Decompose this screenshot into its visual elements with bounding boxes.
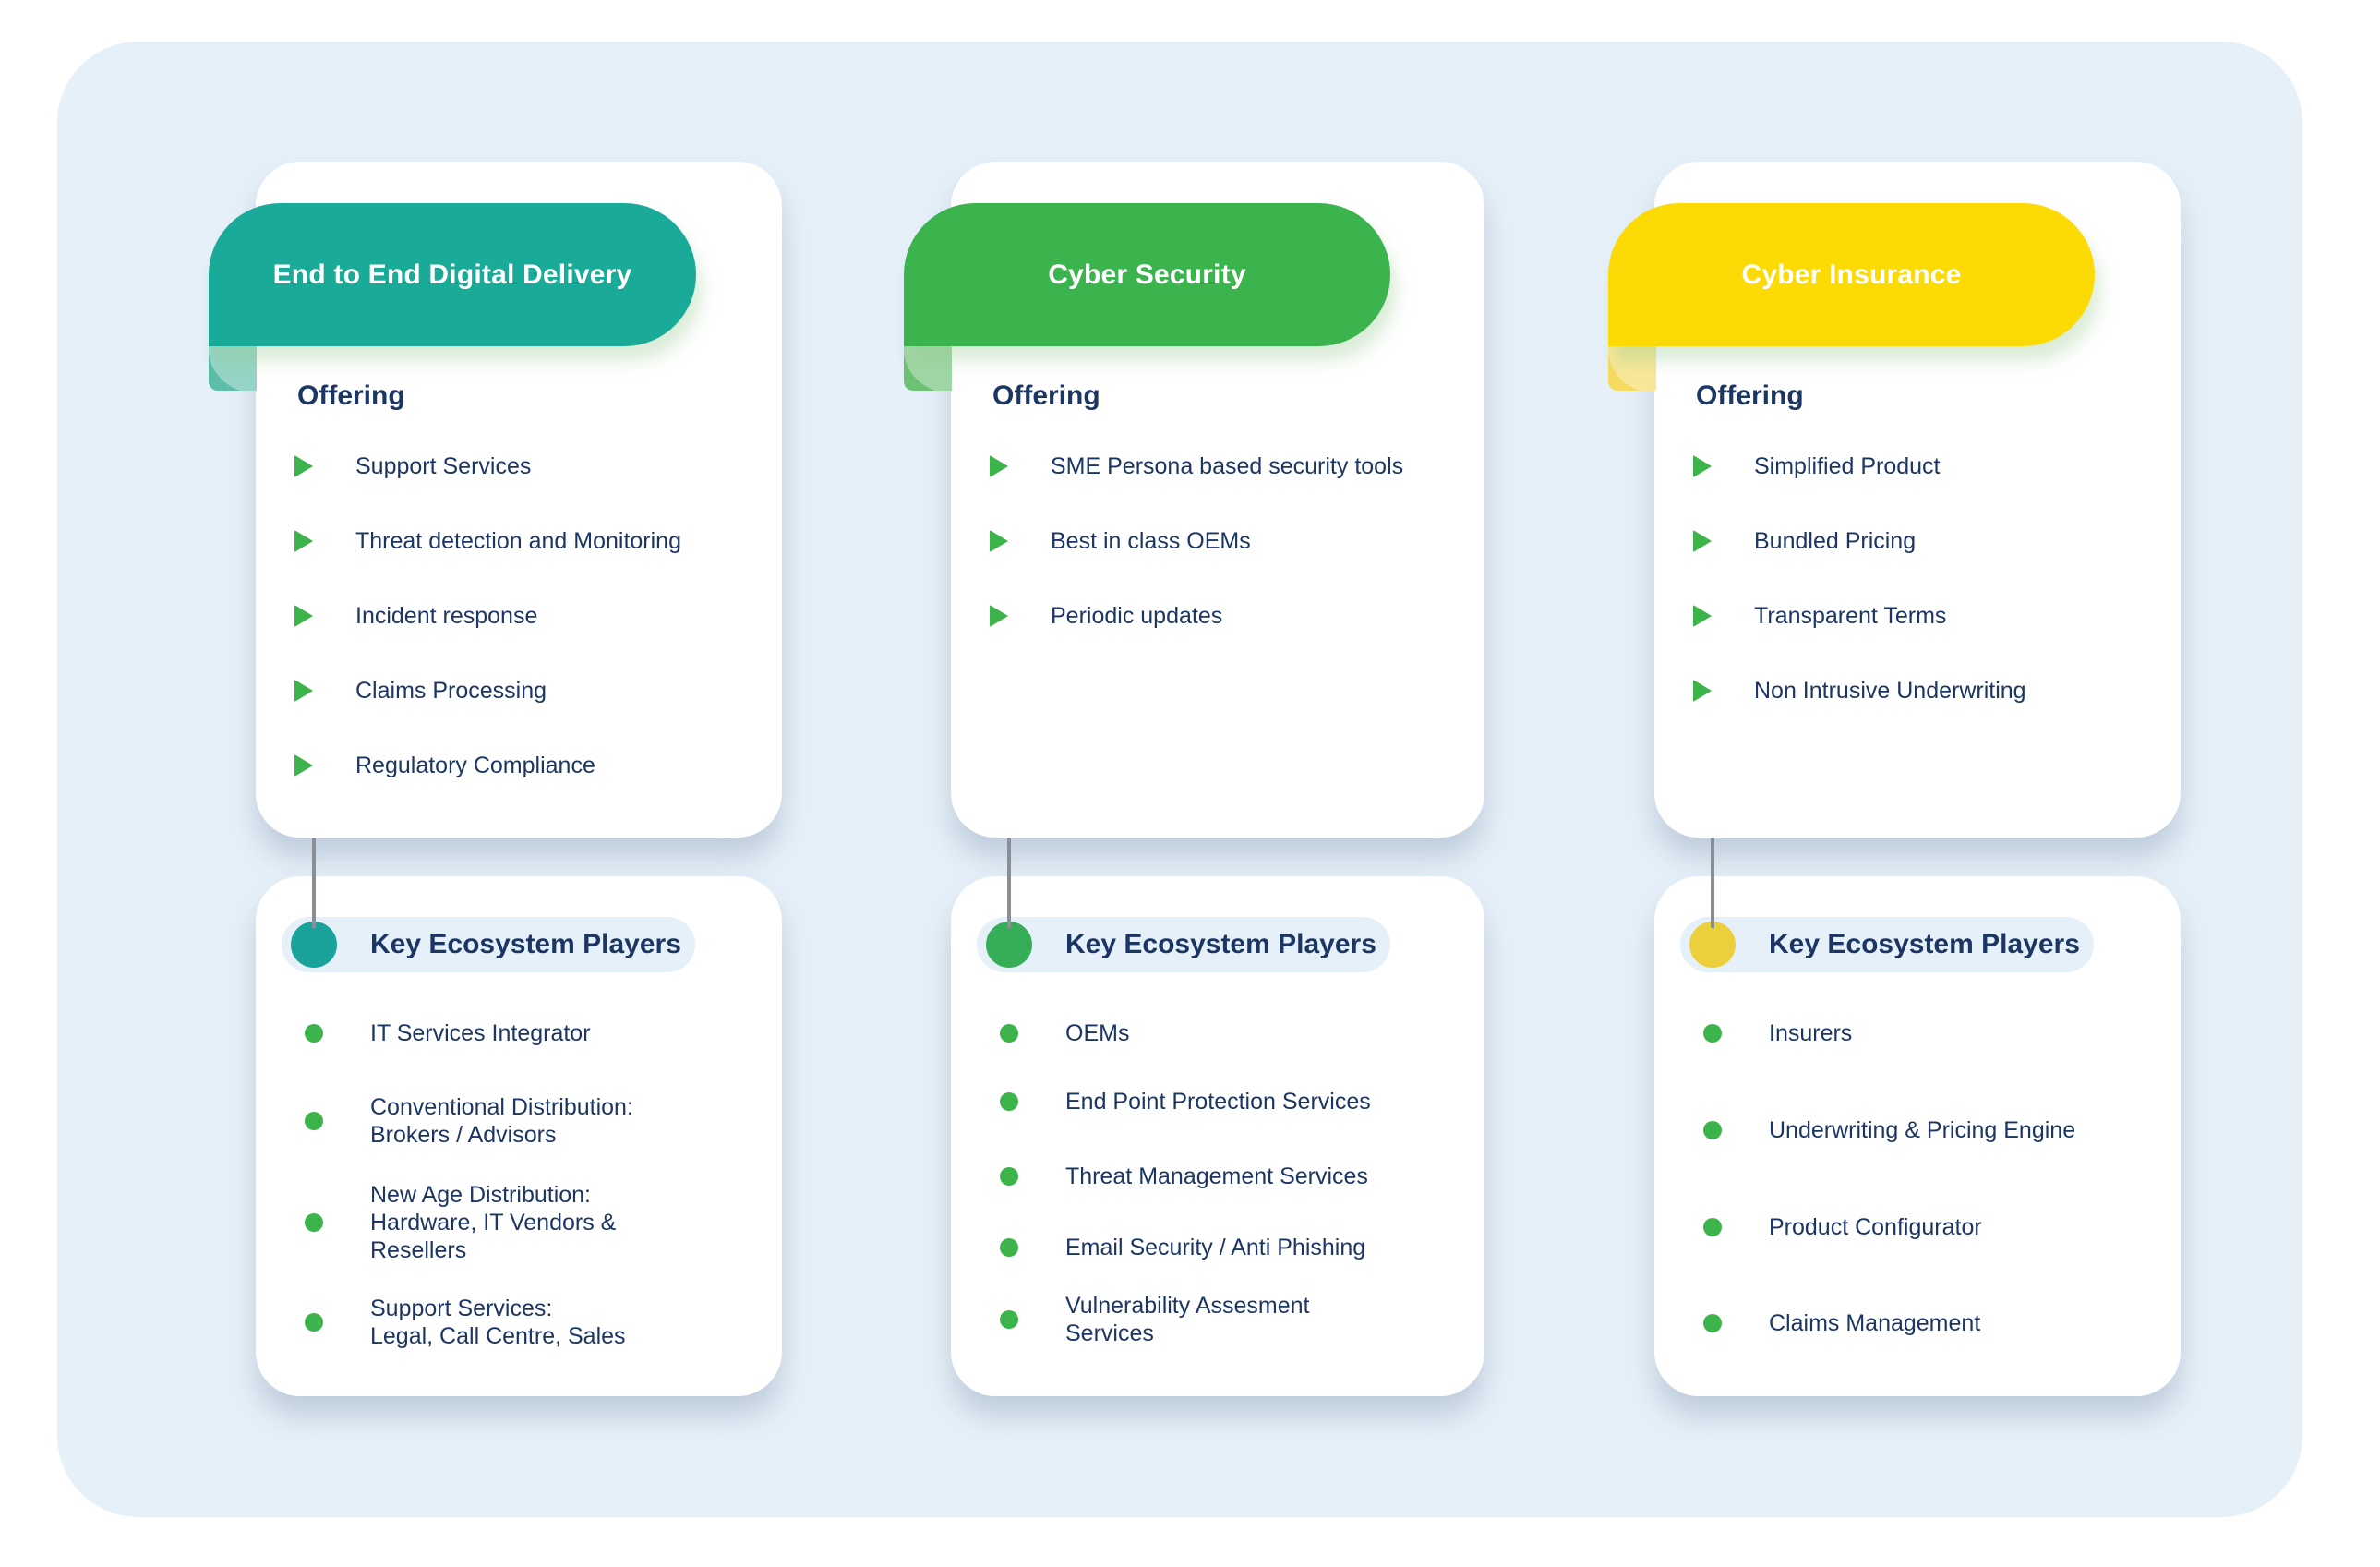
play-arrow-icon xyxy=(990,605,1008,627)
player-item: New Age Distribution: Hardware, IT Vendo… xyxy=(305,1181,748,1264)
player-item-label: IT Services Integrator xyxy=(370,1020,591,1046)
player-item-label: Conventional Distribution: Brokers / Adv… xyxy=(370,1094,633,1148)
player-item-label: OEMs xyxy=(1065,1020,1130,1046)
offering-item-label: Periodic updates xyxy=(1051,602,1223,629)
connector-line xyxy=(1711,838,1714,928)
player-item: Underwriting & Pricing Engine xyxy=(1703,1116,2146,1144)
player-item-label: Product Configurator xyxy=(1769,1214,1982,1240)
key-players-heading: Key Ecosystem Players xyxy=(370,929,681,959)
play-arrow-icon xyxy=(1693,455,1712,477)
category-ribbon: End to End Digital Delivery xyxy=(209,203,696,346)
offering-heading: Offering xyxy=(1696,380,1804,411)
player-item: OEMs xyxy=(1000,1019,1443,1047)
bullet-dot-icon xyxy=(1703,1024,1722,1043)
offering-item: Bundled Pricing xyxy=(1693,527,1916,555)
offering-item: Support Services xyxy=(294,452,531,480)
player-item-label: Support Services: Legal, Call Centre, Sa… xyxy=(370,1296,626,1349)
player-item: Conventional Distribution: Brokers / Adv… xyxy=(305,1093,748,1149)
play-arrow-icon xyxy=(294,680,313,702)
bullet-dot-icon xyxy=(1000,1024,1018,1043)
offering-item-label: Best in class OEMs xyxy=(1051,527,1251,554)
player-item-label: Email Security / Anti Phishing xyxy=(1065,1235,1366,1260)
play-arrow-icon xyxy=(1693,530,1712,552)
player-item-label: Underwriting & Pricing Engine xyxy=(1769,1117,2076,1143)
play-arrow-icon xyxy=(1693,680,1712,702)
offering-item: SME Persona based security tools xyxy=(990,452,1403,480)
player-item-label: Vulnerability Assesment Services xyxy=(1065,1293,1310,1346)
player-item: Threat Management Services xyxy=(1000,1163,1443,1190)
bullet-dot-icon xyxy=(305,1313,323,1332)
offering-item: Claims Processing xyxy=(294,677,547,705)
offering-item-label: Non Intrusive Underwriting xyxy=(1754,677,2026,704)
bullet-dot-icon xyxy=(305,1213,323,1232)
offering-item-label: Bundled Pricing xyxy=(1754,527,1917,554)
key-players-heading: Key Ecosystem Players xyxy=(1769,929,2080,959)
offering-item: Transparent Terms xyxy=(1693,602,1946,630)
offering-item-label: Transparent Terms xyxy=(1754,602,1947,629)
player-item: Insurers xyxy=(1703,1019,2146,1047)
offering-item-label: Support Services xyxy=(355,452,532,479)
player-item-label: Threat Management Services xyxy=(1065,1163,1368,1189)
bullet-dot-icon xyxy=(1000,1092,1018,1111)
offering-item: Regulatory Compliance xyxy=(294,752,595,779)
offering-item-label: Incident response xyxy=(355,602,538,629)
offering-item-label: Threat detection and Monitoring xyxy=(355,527,681,554)
offering-item: Threat detection and Monitoring xyxy=(294,527,681,555)
player-item: IT Services Integrator xyxy=(305,1019,748,1047)
node-dot-icon xyxy=(1689,922,1736,968)
offering-item: Incident response xyxy=(294,602,537,630)
category-title: Cyber Security xyxy=(1048,259,1246,290)
player-item-label: Claims Management xyxy=(1769,1310,1981,1336)
key-players-header: Key Ecosystem Players xyxy=(1680,917,2094,972)
offering-item-label: Simplified Product xyxy=(1754,452,1941,479)
node-dot-icon xyxy=(291,922,337,968)
category-ribbon: Cyber Security xyxy=(904,203,1390,346)
player-item-label: End Point Protection Services xyxy=(1065,1089,1371,1115)
category-ribbon: Cyber Insurance xyxy=(1608,203,2095,346)
offering-item: Best in class OEMs xyxy=(990,527,1251,555)
player-item: Email Security / Anti Phishing xyxy=(1000,1234,1443,1261)
bullet-dot-icon xyxy=(1000,1167,1018,1186)
offering-item-label: Claims Processing xyxy=(355,677,547,704)
bullet-dot-icon xyxy=(1703,1121,1722,1139)
node-dot-icon xyxy=(986,922,1032,968)
offering-heading: Offering xyxy=(297,380,405,411)
bullet-dot-icon xyxy=(305,1024,323,1043)
offering-heading: Offering xyxy=(992,380,1100,411)
play-arrow-icon xyxy=(990,455,1008,477)
player-item-label: Insurers xyxy=(1769,1020,1853,1046)
play-arrow-icon xyxy=(990,530,1008,552)
connector-line xyxy=(312,838,316,928)
offering-item: Non Intrusive Underwriting xyxy=(1693,677,2026,705)
category-title: End to End Digital Delivery xyxy=(272,259,632,290)
key-players-header: Key Ecosystem Players xyxy=(282,917,695,972)
play-arrow-icon xyxy=(294,605,313,627)
connector-line xyxy=(1007,838,1011,928)
play-arrow-icon xyxy=(294,754,313,777)
player-item: Support Services: Legal, Call Centre, Sa… xyxy=(305,1295,748,1350)
bullet-dot-icon xyxy=(1703,1218,1722,1236)
offering-item-label: SME Persona based security tools xyxy=(1051,452,1404,479)
key-players-heading: Key Ecosystem Players xyxy=(1065,929,1376,959)
offering-item: Simplified Product xyxy=(1693,452,1940,480)
play-arrow-icon xyxy=(1693,605,1712,627)
offering-item: Periodic updates xyxy=(990,602,1222,630)
player-item: Vulnerability Assesment Services xyxy=(1000,1292,1443,1347)
play-arrow-icon xyxy=(294,530,313,552)
bullet-dot-icon xyxy=(1703,1314,1722,1332)
play-arrow-icon xyxy=(294,455,313,477)
key-players-header: Key Ecosystem Players xyxy=(977,917,1390,972)
player-item: Product Configurator xyxy=(1703,1213,2146,1241)
player-item: End Point Protection Services xyxy=(1000,1088,1443,1115)
bullet-dot-icon xyxy=(1000,1238,1018,1257)
bullet-dot-icon xyxy=(305,1112,323,1130)
offering-item-label: Regulatory Compliance xyxy=(355,752,595,778)
category-title: Cyber Insurance xyxy=(1741,259,1962,290)
player-item-label: New Age Distribution: Hardware, IT Vendo… xyxy=(370,1182,617,1263)
bullet-dot-icon xyxy=(1000,1310,1018,1329)
player-item: Claims Management xyxy=(1703,1309,2146,1337)
